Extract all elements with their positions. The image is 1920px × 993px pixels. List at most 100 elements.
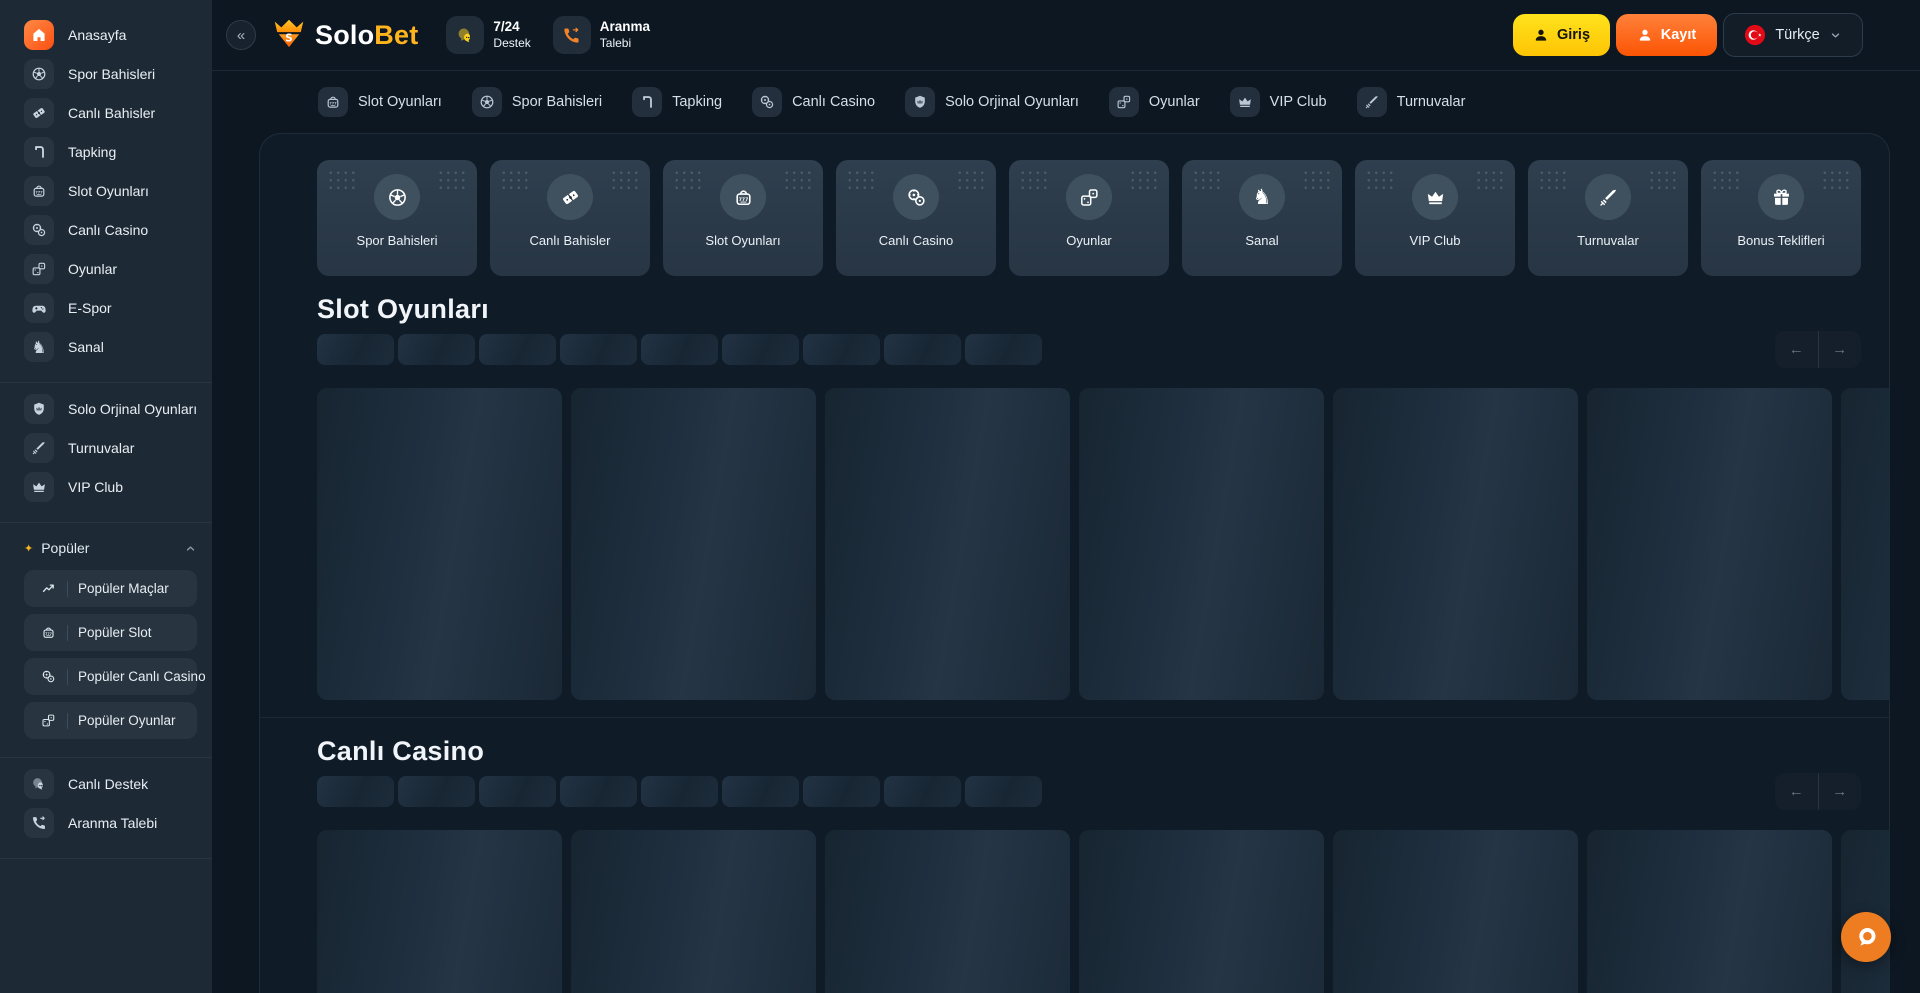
category-card-oyunlar[interactable]: Oyunlar	[1009, 160, 1169, 276]
sidebar-item-sanal[interactable]: ♞ Sanal	[24, 332, 197, 362]
nav-item-solo-orjinal[interactable]: Solo Orjinal Oyunları	[905, 87, 1079, 117]
sidebar-item-solo-orjinal[interactable]: Solo Orjinal Oyunları	[24, 394, 197, 424]
nav-item-oyunlar[interactable]: Oyunlar	[1109, 87, 1200, 117]
shield-crown-icon	[24, 394, 54, 424]
live-bet-field-icon	[24, 98, 54, 128]
sidebar-item-label: Popüler Maçlar	[78, 581, 169, 596]
section-title-slot-oyunlari: Slot Oyunları	[317, 294, 1889, 325]
sidebar-item-label: Oyunlar	[68, 261, 117, 277]
sidebar-item-e-spor[interactable]: E-Spor	[24, 293, 197, 323]
login-button[interactable]: Giriş	[1513, 14, 1610, 56]
register-button[interactable]: Kayıt	[1616, 14, 1717, 56]
sidebar-item-populer-oyunlar[interactable]: Popüler Oyunlar	[24, 702, 197, 739]
category-card-canli-casino[interactable]: Canlı Casino	[836, 160, 996, 276]
sidebar-item-canli-casino[interactable]: Canlı Casino	[24, 215, 197, 245]
chevron-down-icon	[1829, 29, 1842, 42]
sidebar-item-turnuvalar[interactable]: Turnuvalar	[24, 433, 197, 463]
skeleton-game-card-row	[317, 388, 1889, 700]
skeleton-chip	[479, 776, 556, 807]
sidebar-item-anasayfa[interactable]: Anasayfa	[24, 20, 197, 50]
skeleton-game-card	[571, 830, 816, 993]
sidebar-collapse-button[interactable]: «	[226, 20, 256, 50]
support-chip[interactable]: 7/24 Destek	[446, 16, 530, 54]
chevron-up-icon	[184, 542, 197, 555]
skeleton-game-card	[825, 388, 1070, 700]
category-card-row: Spor Bahisleri Canlı Bahisler Slot Oyunl…	[317, 160, 1861, 276]
category-card-slot-oyunlari[interactable]: Slot Oyunları	[663, 160, 823, 276]
skeleton-chip	[965, 776, 1042, 807]
nav-item-canli-casino[interactable]: Canlı Casino	[752, 87, 875, 117]
skeleton-game-card	[1587, 388, 1832, 700]
category-card-vip-club[interactable]: VIP Club	[1355, 160, 1515, 276]
sidebar-item-oyunlar[interactable]: Oyunlar	[24, 254, 197, 284]
skeleton-chip	[317, 334, 394, 365]
crown-shield-s-icon	[271, 17, 307, 54]
skeleton-game-card-row	[317, 830, 1889, 993]
brand-logo[interactable]: SoloBet	[271, 17, 418, 54]
sidebar-item-label: Slot Oyunları	[68, 183, 149, 199]
sidebar-item-slot-oyunlari[interactable]: Slot Oyunları	[24, 176, 197, 206]
nav-item-label: Turnuvalar	[1397, 94, 1466, 110]
category-card-label: VIP Club	[1409, 233, 1460, 248]
category-card-sanal[interactable]: ♞ Sanal	[1182, 160, 1342, 276]
sidebar-item-label: Sanal	[68, 339, 104, 355]
sidebar-item-populer-slot[interactable]: Popüler Slot	[24, 614, 197, 651]
carousel-next-button[interactable]: →	[1818, 773, 1862, 810]
dice-icon	[41, 713, 57, 728]
nav-item-spor-bahisleri[interactable]: Spor Bahisleri	[472, 87, 602, 117]
divider	[260, 717, 1889, 718]
sidebar-item-populer-maclar[interactable]: Popüler Maçlar	[24, 570, 197, 607]
category-card-bonus-teklifleri[interactable]: Bonus Teklifleri	[1701, 160, 1861, 276]
carousel-prev-button[interactable]: ←	[1775, 331, 1818, 368]
main-area: « SoloBet 7/24 Destek Aranma Tal	[212, 0, 1920, 993]
category-card-canli-bahisler[interactable]: Canlı Bahisler	[490, 160, 650, 276]
sidebar-item-tapking[interactable]: Tapking	[24, 137, 197, 167]
sidebar-item-label: E-Spor	[68, 300, 112, 316]
skeleton-chip	[317, 776, 394, 807]
nav-item-slot-oyunlari[interactable]: Slot Oyunları	[318, 87, 442, 117]
sidebar-popular-header[interactable]: ✦ Popüler	[24, 535, 197, 561]
gamepad-icon	[24, 293, 54, 323]
skeleton-game-card	[317, 388, 562, 700]
divider	[67, 581, 68, 597]
nav-item-label: Tapking	[672, 94, 722, 110]
carousel-next-button[interactable]: →	[1818, 331, 1862, 368]
nav-item-label: Solo Orjinal Oyunları	[945, 94, 1079, 110]
sidebar-item-label: Aranma Talebi	[68, 815, 157, 831]
casino-chips-icon	[24, 215, 54, 245]
skeleton-game-card	[1079, 388, 1324, 700]
nav-item-tapking[interactable]: Tapking	[632, 87, 722, 117]
sidebar-item-label: Canlı Casino	[68, 222, 148, 238]
skeleton-game-card	[1333, 388, 1578, 700]
crown-icon	[1412, 174, 1458, 220]
shield-crown-icon	[905, 87, 935, 117]
skeleton-chip	[803, 776, 880, 807]
call-request-chip[interactable]: Aranma Talebi	[553, 16, 650, 54]
sidebar-item-canli-destek[interactable]: Canlı Destek	[24, 769, 197, 799]
sidebar-item-canli-bahisler[interactable]: Canlı Bahisler	[24, 98, 197, 128]
auth-buttons: Giriş Kayıt Türkçe	[1513, 13, 1863, 57]
phone-forward-icon	[24, 808, 54, 838]
slot-icon	[318, 87, 348, 117]
carousel-prev-button[interactable]: ←	[1775, 773, 1818, 810]
sidebar-item-spor-bahisleri[interactable]: Spor Bahisleri	[24, 59, 197, 89]
carousel-pager: ← →	[1775, 331, 1861, 368]
sword-icon	[1585, 174, 1631, 220]
sidebar-item-populer-canli-casino[interactable]: Popüler Canlı Casino	[24, 658, 197, 695]
category-card-label: Canlı Bahisler	[530, 233, 611, 248]
category-card-spor-bahisleri[interactable]: Spor Bahisleri	[317, 160, 477, 276]
dice-icon	[1066, 174, 1112, 220]
sidebar-item-label: Tapking	[68, 144, 116, 160]
sidebar-item-vip-club[interactable]: VIP Club	[24, 472, 197, 502]
sidebar-item-aranma-talebi[interactable]: Aranma Talebi	[24, 808, 197, 838]
live-chat-fab[interactable]	[1841, 912, 1891, 962]
skeleton-chip	[398, 334, 475, 365]
nav-item-turnuvalar[interactable]: Turnuvalar	[1357, 87, 1466, 117]
category-card-turnuvalar[interactable]: Turnuvalar	[1528, 160, 1688, 276]
category-card-label: Slot Oyunları	[705, 233, 780, 248]
nav-item-vip-club[interactable]: VIP Club	[1230, 87, 1327, 117]
divider	[67, 669, 68, 685]
sidebar-item-label: VIP Club	[68, 479, 123, 495]
divider	[0, 757, 212, 758]
language-selector[interactable]: Türkçe	[1723, 13, 1863, 57]
